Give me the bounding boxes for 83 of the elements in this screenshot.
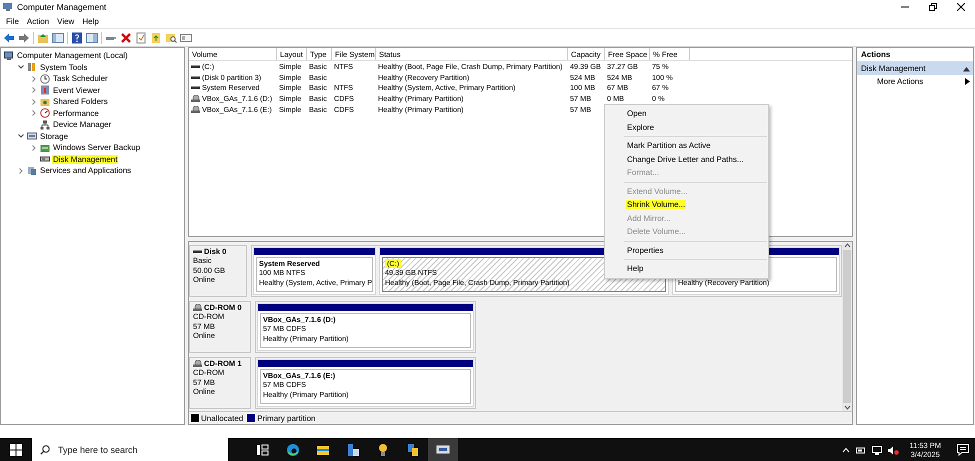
tools-icon: [406, 443, 420, 457]
tree-item[interactable]: Task Scheduler: [52, 74, 109, 84]
search-bar[interactable]: Type here to search: [32, 438, 228, 461]
collapse-chevron-icon[interactable]: [17, 132, 25, 140]
expand-chevron-icon[interactable]: [30, 74, 38, 83]
context-menu-item[interactable]: Open: [605, 107, 768, 120]
delete-icon[interactable]: [120, 32, 132, 44]
gauge-icon: [40, 108, 50, 118]
toolbox-icon: [27, 62, 37, 72]
clock-icon: [40, 74, 50, 84]
backup-icon: [40, 142, 50, 153]
collapse-up-icon: [963, 66, 970, 72]
context-menu-item[interactable]: Explore: [605, 120, 768, 134]
task-view-icon: [256, 443, 270, 457]
search-icon: [40, 445, 50, 455]
notification-icon: [957, 444, 969, 456]
network-icon[interactable]: [872, 446, 882, 454]
device-tree-icon: [40, 120, 50, 130]
help-icon[interactable]: [71, 32, 83, 44]
event-log-icon: [40, 85, 50, 96]
restore-icon: [929, 3, 937, 11]
shared-folder-icon: [40, 96, 50, 107]
storage-icon: [27, 131, 37, 142]
cd-drive-icon: [191, 106, 200, 114]
app-icon: [3, 2, 13, 12]
taskbar-app-button[interactable]: [428, 438, 458, 461]
menu-item[interactable]: View: [53, 16, 78, 26]
folder-up-icon[interactable]: [37, 32, 49, 44]
tree-item[interactable]: Shared Folders: [52, 97, 109, 106]
tree-item[interactable]: Performance: [52, 108, 100, 118]
cd-drive-icon: [193, 360, 202, 368]
context-menu-item[interactable]: Change Drive Letter and Paths...: [605, 152, 768, 166]
scroll-down-icon: [844, 404, 850, 411]
computer-icon: [4, 50, 14, 61]
cd-drive-icon: [191, 95, 200, 102]
battery-icon[interactable]: [856, 446, 866, 454]
check-document-icon[interactable]: [135, 32, 147, 44]
menu-item[interactable]: Action: [22, 16, 54, 26]
chevron-up-icon[interactable]: [842, 447, 850, 453]
tree-item[interactable]: Device Manager: [52, 120, 112, 130]
tree-item[interactable]: Windows Server Backup: [52, 143, 142, 152]
window-icon[interactable]: [180, 32, 192, 44]
drive-icon: [40, 154, 50, 164]
actions-section[interactable]: Disk Management: [857, 62, 973, 75]
drive-icon: [193, 248, 202, 256]
panel-icon[interactable]: [86, 32, 98, 44]
expand-chevron-icon[interactable]: [30, 98, 38, 106]
console-tree-icon[interactable]: [52, 32, 64, 44]
windows-logo-icon: [10, 444, 22, 456]
lightbulb-icon: [376, 443, 390, 457]
scroll-up-icon: [844, 242, 850, 249]
submenu-arrow-icon: [965, 78, 970, 85]
menu-item[interactable]: File: [2, 16, 23, 26]
expand-chevron-icon[interactable]: [30, 109, 38, 118]
tree-item[interactable]: Storage: [39, 132, 70, 141]
legend-label: Unallocated: [201, 414, 244, 422]
collapse-chevron-icon[interactable]: [17, 63, 25, 72]
cd-drive-icon: [193, 304, 202, 312]
context-menu-item[interactable]: Shrink Volume...: [605, 198, 768, 212]
search-folder-icon[interactable]: [165, 32, 177, 44]
vertical-scrollbar[interactable]: [842, 242, 852, 411]
action-item[interactable]: More Actions: [857, 75, 973, 88]
back-arrow-icon[interactable]: [3, 32, 15, 44]
tree-item[interactable]: Disk Management: [52, 154, 118, 164]
expand-chevron-icon[interactable]: [17, 166, 25, 175]
menu-item[interactable]: Help: [78, 16, 103, 26]
server-icon: [346, 443, 360, 457]
tree-item[interactable]: System Tools: [39, 62, 88, 72]
expand-chevron-icon[interactable]: [30, 86, 38, 94]
tree-item[interactable]: Computer Management (Local): [16, 51, 129, 60]
legend-label: Primary partition: [257, 414, 316, 422]
forward-arrow-icon[interactable]: [18, 32, 30, 44]
close-icon: [957, 3, 965, 11]
services-icon: [27, 166, 37, 176]
folder-icon: [316, 443, 330, 457]
tree-item[interactable]: Event Viewer: [52, 86, 101, 95]
speaker-muted-icon[interactable]: [888, 446, 900, 454]
window-title: Computer Management: [17, 2, 108, 12]
browser-icon: [286, 443, 300, 457]
tree-item[interactable]: Services and Applications: [39, 166, 132, 176]
context-menu-item[interactable]: Mark Partition as Active: [605, 139, 768, 152]
expand-chevron-icon[interactable]: [30, 144, 38, 152]
search-field[interactable]: Type here to search: [56, 444, 220, 456]
